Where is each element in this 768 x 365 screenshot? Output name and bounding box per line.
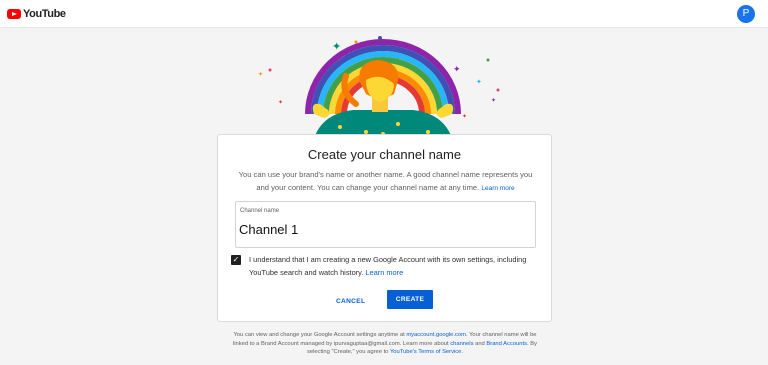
terms-of-service-link[interactable]: YouTube's Terms of Service: [390, 349, 461, 355]
svg-text:✦: ✦: [491, 97, 496, 104]
channel-name-field[interactable]: Channel name: [235, 201, 536, 248]
dialog-description: You can use your brand's name or another…: [236, 168, 535, 195]
top-bar: YouTube P: [0, 0, 768, 28]
svg-text:✦: ✦: [332, 41, 341, 53]
footer-and: and: [475, 340, 485, 347]
cancel-button[interactable]: CANCEL: [336, 294, 365, 308]
channel-name-label: Channel name: [240, 208, 280, 214]
svg-text:✦: ✦: [258, 71, 263, 78]
learn-more-link[interactable]: Learn more: [481, 185, 514, 192]
footer-text-1: You can view and change your Google Acco…: [233, 332, 405, 338]
create-channel-dialog: Create your channel name You can use you…: [217, 134, 552, 322]
youtube-logo[interactable]: YouTube: [7, 8, 66, 20]
channel-name-input[interactable]: [239, 219, 519, 239]
account-avatar[interactable]: P: [737, 5, 755, 23]
youtube-wordmark: YouTube: [23, 8, 66, 20]
svg-text:✦: ✦: [278, 99, 283, 106]
create-button[interactable]: CREATE: [387, 290, 433, 309]
footer-period: .: [461, 349, 464, 356]
brand-accounts-link[interactable]: Brand Accounts: [486, 341, 527, 347]
svg-text:✦: ✦: [476, 78, 482, 86]
svg-text:✦: ✦: [462, 113, 467, 120]
dialog-title: Create your channel name: [307, 147, 462, 162]
youtube-logo-icon: [7, 9, 21, 19]
channels-link[interactable]: channels: [450, 341, 473, 347]
myaccount-link[interactable]: myaccount.google.com: [406, 332, 466, 338]
consent-checkbox[interactable]: ✓: [231, 255, 241, 265]
footer-legal-text: You can view and change your Google Acco…: [230, 331, 540, 357]
consent-text: I understand that I am creating a new Go…: [249, 253, 539, 279]
consent-learn-more-link[interactable]: Learn more: [365, 268, 403, 277]
rainbow-celebration-illustration: ✦ ✦ ✦ ✦ ✦ ✦ ✦: [258, 36, 500, 142]
svg-text:✦: ✦: [453, 64, 461, 74]
